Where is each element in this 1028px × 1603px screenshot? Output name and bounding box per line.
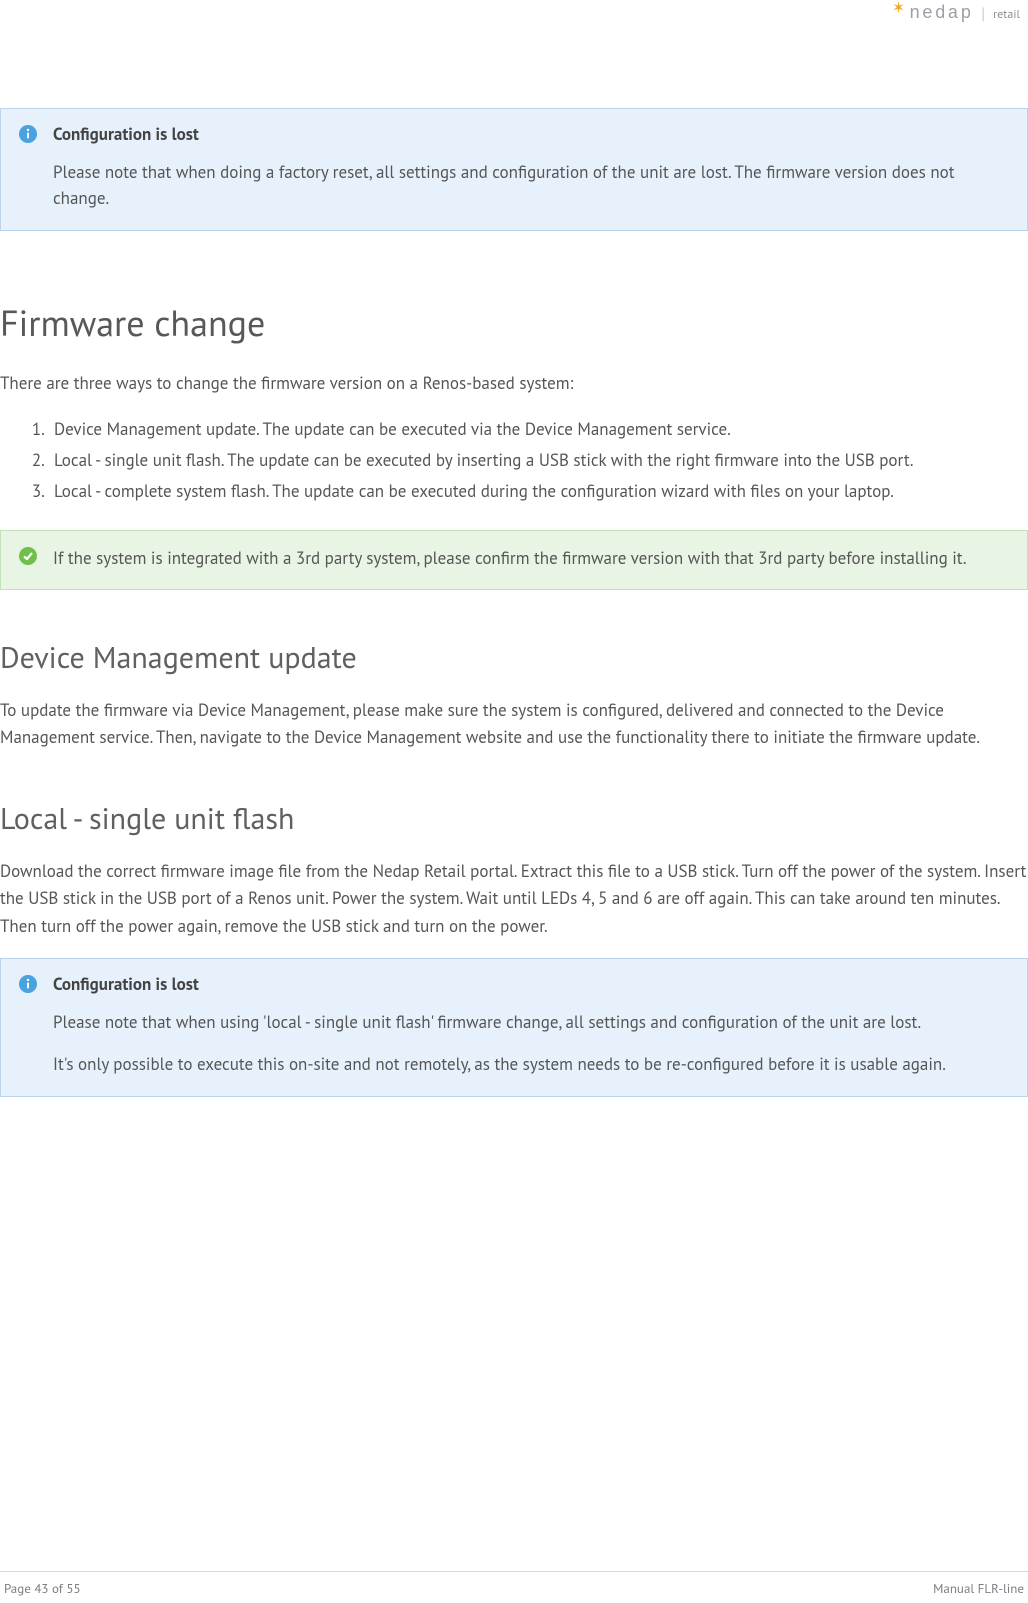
dm-text: To update the firmware via Device Manage… (0, 697, 1028, 751)
callout-local-config-lost: Configuration is lost Please note that w… (0, 958, 1028, 1097)
callout-text-2: It's only possible to execute this on-si… (53, 1051, 1009, 1077)
heading-device-management: Device Management update (0, 638, 1028, 677)
list-item: Local - single unit flash. The update ca… (48, 446, 1028, 475)
heading-local-single-unit: Local - single unit flash (0, 799, 1028, 838)
callout-thirdparty: If the system is integrated with a 3rd p… (0, 530, 1028, 590)
callout-text: If the system is integrated with a 3rd p… (53, 545, 1009, 571)
logo-divider: | (981, 4, 985, 24)
firmware-list: Device Management update. The update can… (48, 415, 1028, 506)
brand-sub: retail (993, 7, 1020, 22)
callout-factory-reset: Configuration is lost Please note that w… (0, 108, 1028, 231)
list-item: Device Management update. The update can… (48, 415, 1028, 444)
callout-title: Configuration is lost (53, 123, 1009, 145)
firmware-intro: There are three ways to change the firmw… (0, 370, 1028, 397)
callout-text: Please note that when doing a factory re… (53, 159, 1009, 212)
footer-page: Page 43 of 55 (4, 1580, 81, 1597)
callout-text: Please note that when using 'local - sin… (53, 1009, 1009, 1035)
check-icon (19, 547, 37, 565)
page-footer: Page 43 of 55 Manual FLR-line (0, 1571, 1028, 1603)
heading-firmware-change: Firmware change (0, 299, 1028, 346)
info-icon (19, 975, 37, 993)
list-item: Local - complete system flash. The updat… (48, 477, 1028, 506)
local-text: Download the correct firmware image file… (0, 858, 1028, 940)
callout-title: Configuration is lost (53, 973, 1009, 995)
info-icon (19, 125, 37, 143)
footer-doc: Manual FLR-line (933, 1580, 1024, 1597)
brand-logo: ✶ nedap | retail (892, 4, 1020, 24)
brand-name: nedap (909, 4, 973, 24)
logo-star-icon: ✶ (892, 0, 905, 18)
